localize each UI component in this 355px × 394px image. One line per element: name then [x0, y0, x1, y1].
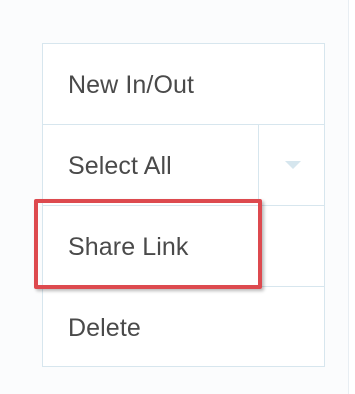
menu-item-new-in-out[interactable]: New In/Out [43, 44, 324, 125]
menu-item-label: Delete [68, 314, 141, 342]
menu-item-label: Select All [68, 152, 172, 180]
chevron-down-icon [285, 161, 301, 169]
select-all-dropdown-toggle[interactable] [259, 125, 325, 205]
menu-item-label: New In/Out [68, 71, 195, 99]
menu-item-delete[interactable]: Delete [43, 287, 324, 368]
menu-item-label: Share Link [68, 233, 189, 261]
action-menu: New In/Out Select All Share Link Delete [42, 43, 325, 367]
menu-item-share-link[interactable]: Share Link [43, 206, 324, 287]
menu-item-select-all[interactable]: Select All [43, 125, 324, 206]
